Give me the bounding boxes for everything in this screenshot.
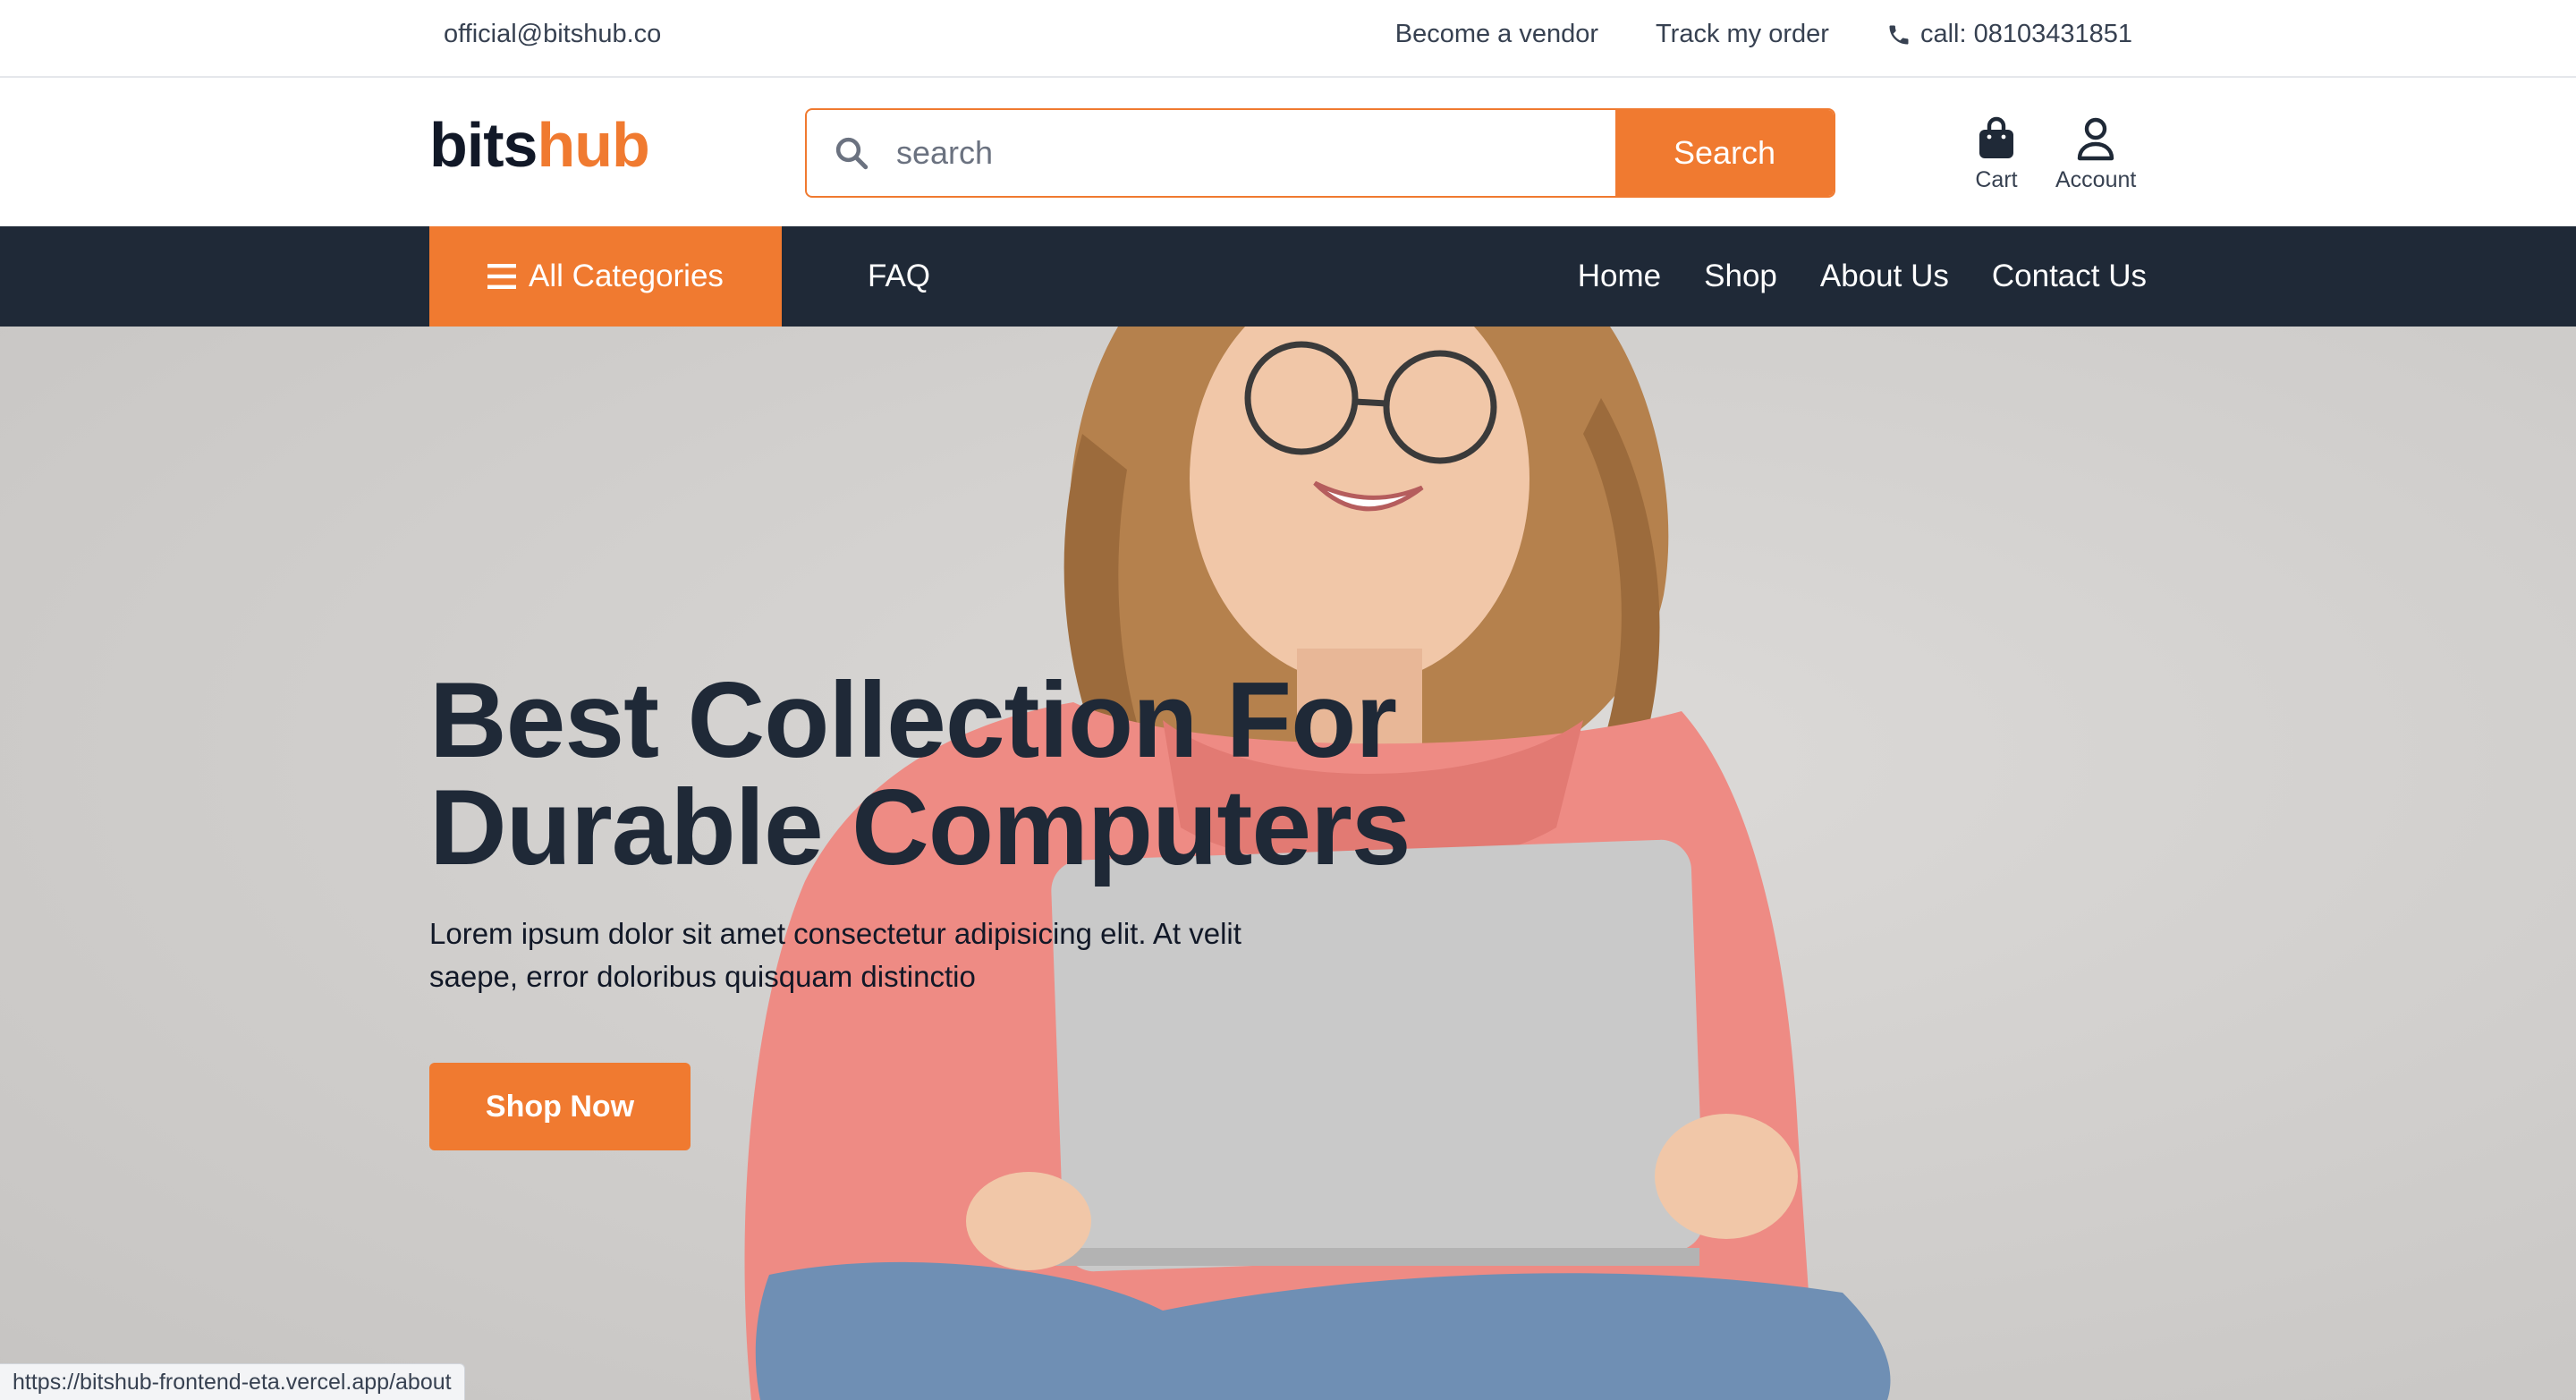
call-text: call: 08103431851 (1919, 20, 2132, 48)
account-button[interactable]: Account (2055, 115, 2136, 193)
hamburger-menu-icon (487, 264, 517, 289)
nav-links: Home Shop About Us Contact Us (1578, 259, 2147, 294)
hero-description: Lorem ipsum dolor sit amet consectetur a… (429, 917, 1241, 993)
top-bar: official@bitshub.co Become a vendor Trac… (0, 0, 2576, 78)
shop-now-button[interactable]: Shop Now (429, 1063, 691, 1150)
search-input[interactable] (896, 110, 1615, 196)
phone-icon (1889, 25, 1909, 44)
search-button[interactable]: Search (1615, 110, 1834, 196)
search-bar: Search (805, 108, 1835, 198)
contact-email[interactable]: official@bitshub.co (444, 20, 661, 49)
hero-title-line-2: Durable Computers (429, 768, 1411, 887)
user-icon (2077, 117, 2114, 161)
call-link[interactable]: call: 08103431851 (1886, 20, 2132, 49)
become-vendor-link[interactable]: Become a vendor (1395, 20, 1598, 49)
logo-text-bits: bits (429, 110, 538, 180)
cart-label: Cart (1975, 167, 2018, 192)
hero-title: Best Collection For Durable Computers (429, 666, 1503, 881)
all-categories-button[interactable]: All Categories (429, 226, 782, 327)
all-categories-label: All Categories (529, 259, 724, 293)
site-header: bitshub Search Cart Account (0, 78, 2576, 226)
shopping-bag-icon (1979, 116, 2013, 158)
cart-button[interactable]: Cart (1975, 115, 2018, 193)
top-links: Become a vendor Track my order call: 081… (1395, 20, 2132, 49)
nav-about-link[interactable]: About Us (1820, 259, 1949, 294)
search-icon (807, 110, 896, 196)
bitshub-logo[interactable]: bitshub (429, 114, 650, 176)
nav-faq-link[interactable]: FAQ (868, 259, 930, 294)
nav-shop-link[interactable]: Shop (1704, 259, 1777, 294)
hero-banner: Best Collection For Durable Computers Lo… (0, 327, 2576, 1400)
nav-home-link[interactable]: Home (1578, 259, 1661, 294)
logo-text-hub: hub (537, 110, 649, 180)
status-bar-url: https://bitshub-frontend-eta.vercel.app/… (0, 1363, 465, 1400)
track-order-link[interactable]: Track my order (1656, 20, 1829, 49)
account-label: Account (2055, 167, 2137, 192)
nav-contact-link[interactable]: Contact Us (1992, 259, 2147, 294)
main-nav: All Categories FAQ Home Shop About Us Co… (0, 226, 2576, 327)
hero-title-line-1: Best Collection For (429, 660, 1397, 780)
